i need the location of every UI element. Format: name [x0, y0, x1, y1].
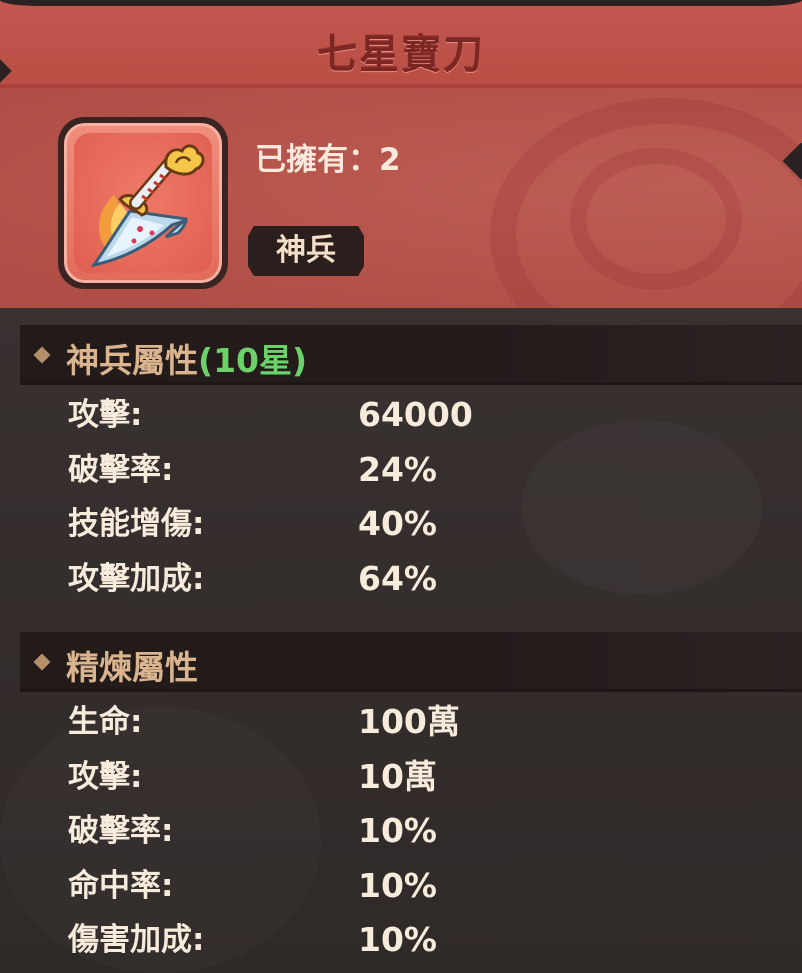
section-title-text: 神兵屬性 [66, 341, 198, 380]
title-bar: 七星寶刀 [0, 0, 802, 88]
attribute-row: 攻擊: 10萬 [0, 750, 802, 805]
diamond-icon [33, 346, 51, 364]
attribute-list: 攻擊: 64000 破擊率: 24% 技能增傷: 40% 攻擊加成: 64% [0, 388, 802, 606]
decorative-swirl [570, 148, 742, 290]
attribute-row: 攻擊: 64000 [0, 388, 802, 443]
attribute-value: 24% [358, 449, 437, 489]
attribute-row: 生命: 100萬 [0, 695, 802, 750]
attribute-value: 40% [358, 504, 437, 543]
attribute-value: 10萬 [358, 756, 437, 796]
section-title: 神兵屬性(10星) [66, 334, 307, 382]
attribute-label: 攻擊加成: [68, 560, 205, 597]
attribute-label: 命中率: [68, 867, 174, 904]
attribute-row: 破擊率: 24% [0, 443, 802, 498]
attribute-row: 攻擊加成: 64% [0, 552, 802, 607]
refine-attributes-section: 精煉屬性 生命: 100萬 攻擊: 10萬 破擊率: 10% 命中率: 10% … [0, 632, 802, 968]
attribute-row: 破擊率: 10% [0, 804, 802, 859]
star-level: (10星) [198, 341, 308, 380]
item-icon-border [64, 123, 222, 283]
attribute-label: 破擊率: [68, 813, 174, 849]
attribute-label: 技能增傷: [68, 506, 205, 542]
item-type-badge: 神兵 [248, 226, 364, 276]
attribute-row: 命中率: 10% [0, 859, 802, 914]
attribute-list: 生命: 100萬 攻擊: 10萬 破擊率: 10% 命中率: 10% 傷害加成:… [0, 695, 802, 968]
seven-star-saber-icon [74, 133, 212, 273]
attribute-value: 10% [358, 920, 437, 959]
attribute-label: 攻擊: [68, 758, 143, 795]
attribute-value: 100萬 [358, 702, 460, 741]
attribute-label: 生命: [68, 704, 143, 740]
section-header: 精煉屬性 [20, 632, 802, 692]
item-icon-slot[interactable] [58, 117, 228, 289]
attribute-label: 攻擊: [68, 397, 143, 433]
attribute-value: 10% [358, 865, 437, 905]
item-detail-panel: 七星寶刀 已擁有：2 神兵 神兵屬性(10星) 攻擊: 64000 破擊率: 2… [0, 0, 802, 973]
attribute-value: 10% [358, 811, 437, 850]
attribute-label: 破擊率: [68, 451, 174, 488]
item-name-title: 七星寶刀 [317, 32, 485, 78]
diamond-icon [33, 653, 51, 671]
item-type-label: 神兵 [276, 233, 336, 268]
attribute-row: 技能增傷: 40% [0, 497, 802, 552]
section-title: 精煉屬性 [66, 648, 198, 687]
attribute-value: 64000 [358, 395, 473, 434]
owned-count: 已擁有：2 [255, 142, 401, 178]
attribute-value: 64% [358, 558, 437, 598]
attribute-label: 傷害加成: [68, 922, 205, 958]
divine-attributes-section: 神兵屬性(10星) 攻擊: 64000 破擊率: 24% 技能增傷: 40% 攻… [0, 325, 802, 606]
section-header: 神兵屬性(10星) [20, 325, 802, 385]
attribute-row: 傷害加成: 10% [0, 913, 802, 968]
saber-icon [90, 144, 205, 268]
